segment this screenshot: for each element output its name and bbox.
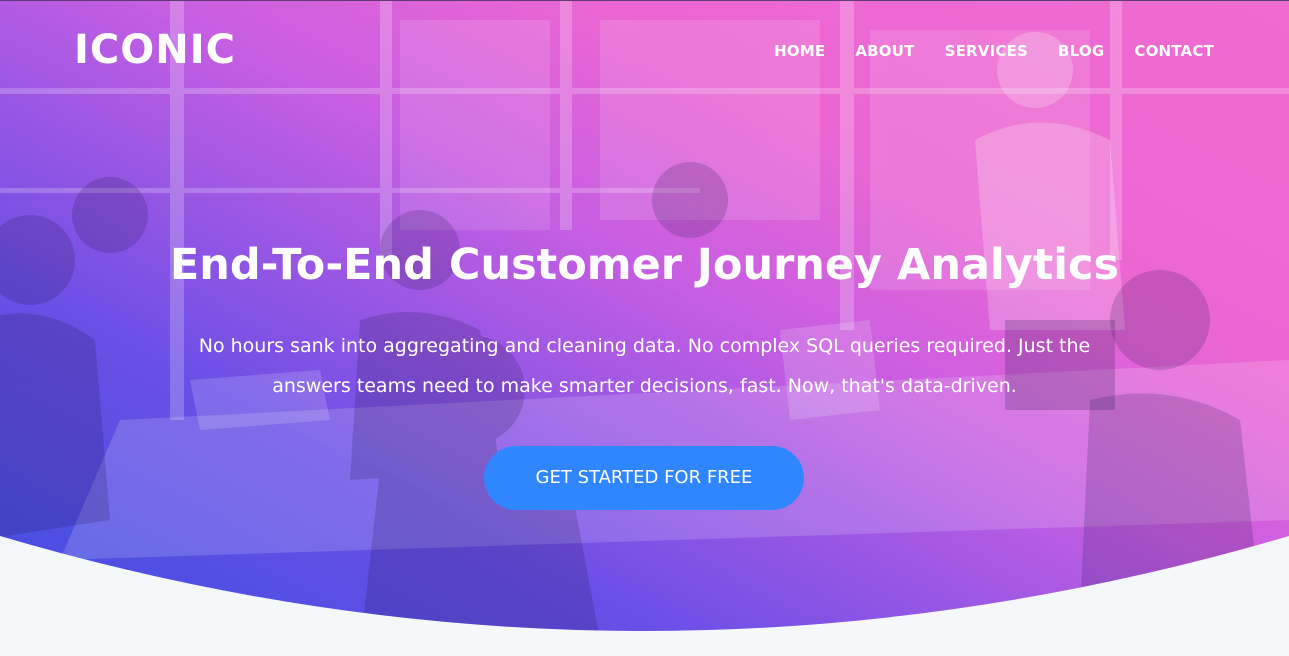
nav-item-about[interactable]: ABOUT — [855, 40, 914, 62]
get-started-button[interactable]: GET STARTED FOR FREE — [484, 446, 804, 510]
nav-item-contact[interactable]: CONTACT — [1134, 40, 1214, 62]
nav-item-home[interactable]: HOME — [774, 40, 825, 62]
hero-bottom-curve — [0, 536, 1289, 656]
nav-item-services[interactable]: SERVICES — [945, 40, 1028, 62]
hero-subtitle: No hours sank into aggregating and clean… — [198, 335, 1091, 397]
nav-item-blog[interactable]: BLOG — [1058, 40, 1104, 62]
hero-title: End-To-End Customer Journey Analytics — [169, 240, 1120, 290]
brand-logo[interactable]: ICONIC — [74, 28, 236, 72]
top-border — [0, 0, 1289, 1]
hero-section: ICONIC HOME ABOUT SERVICES BLOG CONTACT … — [0, 0, 1289, 656]
main-nav: HOME ABOUT SERVICES BLOG CONTACT — [774, 40, 1214, 62]
